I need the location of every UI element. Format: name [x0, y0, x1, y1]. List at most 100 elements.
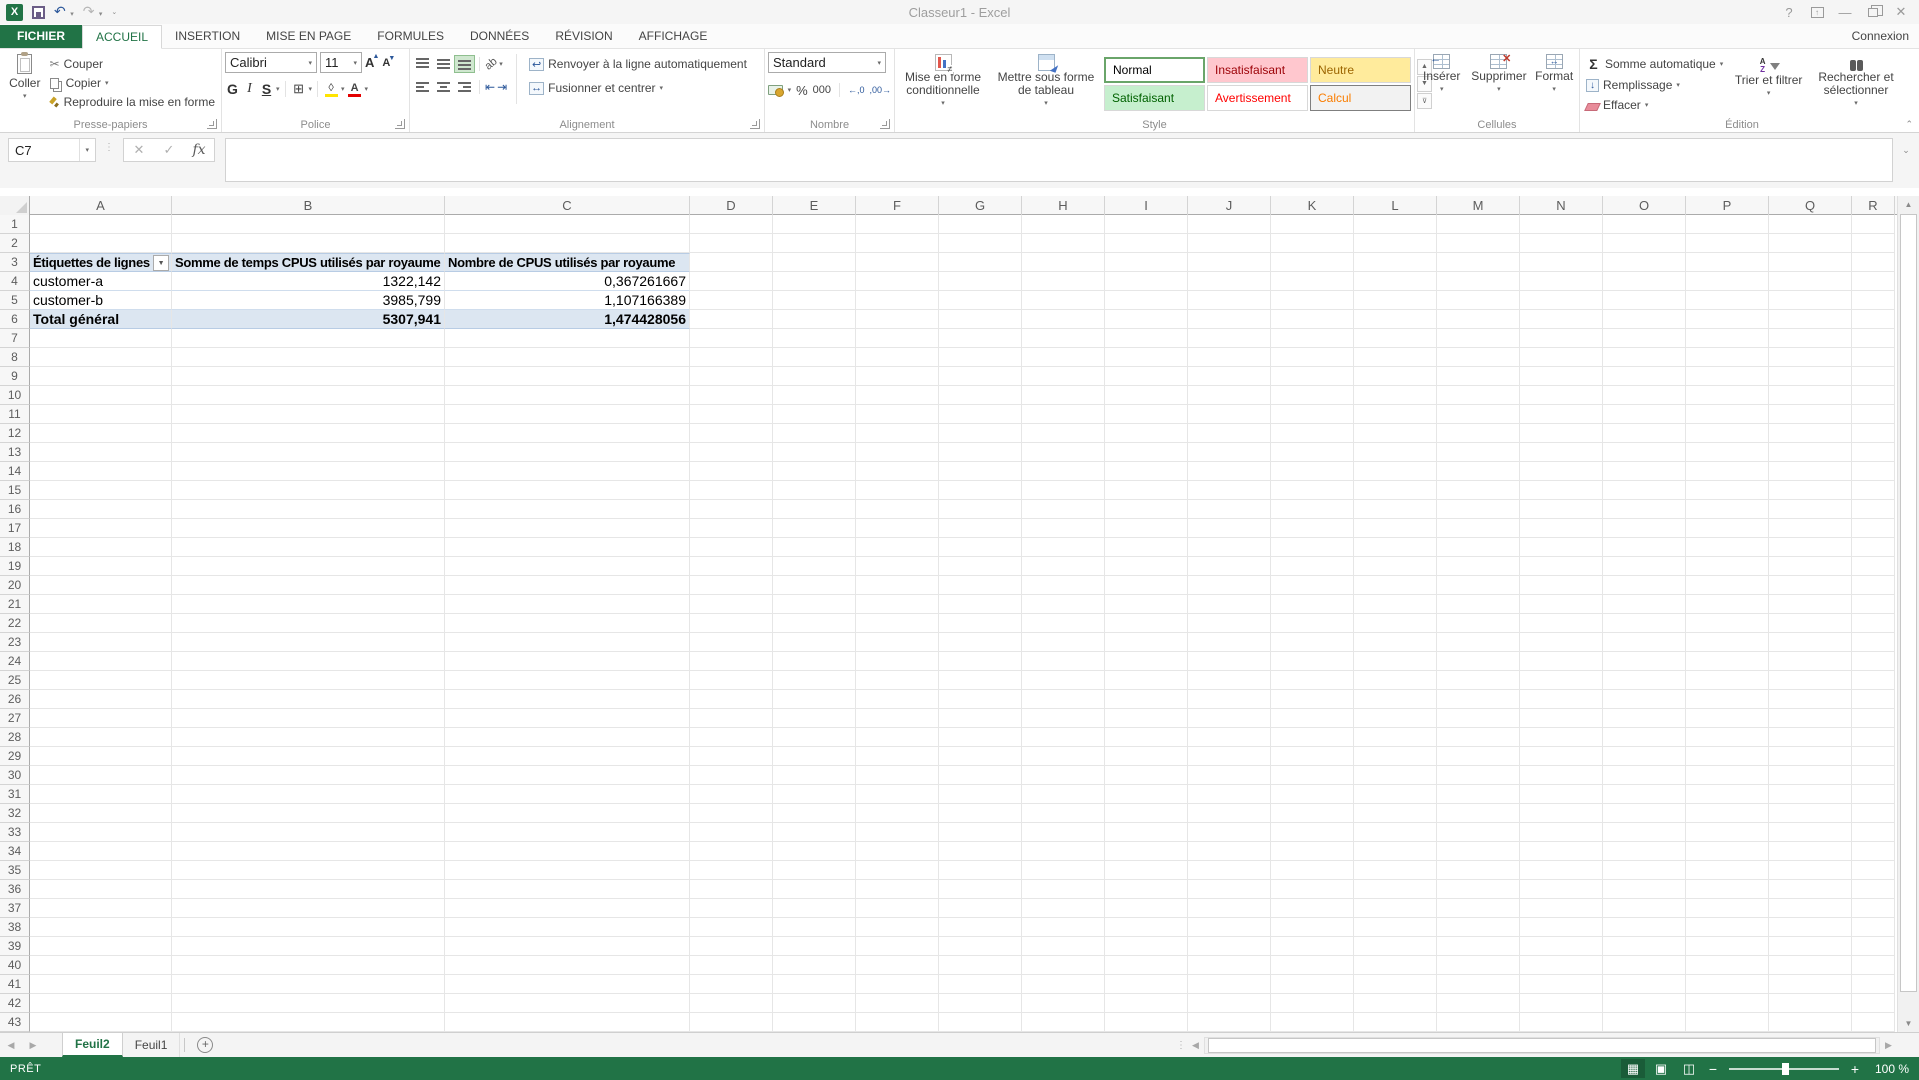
row-header-4[interactable]: 4 — [0, 272, 30, 291]
cell-J34[interactable] — [1188, 842, 1271, 861]
column-header-I[interactable]: I — [1105, 196, 1188, 215]
cell-E22[interactable] — [773, 614, 856, 633]
cell-E21[interactable] — [773, 595, 856, 614]
cell-O11[interactable] — [1603, 405, 1686, 424]
row-header-3[interactable]: 3 — [0, 253, 30, 272]
cell-Q1[interactable] — [1769, 215, 1852, 234]
cell-C13[interactable] — [445, 443, 690, 462]
cell-C43[interactable] — [445, 1013, 690, 1032]
ribbon-tab-formules[interactable]: FORMULES — [364, 25, 457, 48]
cell-B39[interactable] — [172, 937, 445, 956]
cell-J11[interactable] — [1188, 405, 1271, 424]
previous-sheet-icon[interactable]: ◀ — [0, 1033, 22, 1057]
scroll-right-icon[interactable]: ▶ — [1880, 1040, 1897, 1051]
cell-O30[interactable] — [1603, 766, 1686, 785]
chevron-down-icon[interactable]: ▾ — [309, 85, 313, 93]
cell-D36[interactable] — [690, 880, 773, 899]
column-header-B[interactable]: B — [172, 196, 445, 215]
cell-I20[interactable] — [1105, 576, 1188, 595]
cell-F31[interactable] — [856, 785, 939, 804]
cell-L2[interactable] — [1354, 234, 1437, 253]
cell-D5[interactable] — [690, 291, 773, 310]
cell-Q26[interactable] — [1769, 690, 1852, 709]
cell-J16[interactable] — [1188, 500, 1271, 519]
cell-Q17[interactable] — [1769, 519, 1852, 538]
increase-font-size-button[interactable]: A▲ — [365, 55, 379, 70]
cell-Q11[interactable] — [1769, 405, 1852, 424]
chevron-down-icon[interactable]: ▾ — [1767, 87, 1771, 101]
cell-L9[interactable] — [1354, 367, 1437, 386]
cell-L20[interactable] — [1354, 576, 1437, 595]
cell-E25[interactable] — [773, 671, 856, 690]
column-header-P[interactable]: P — [1686, 196, 1769, 215]
cell-P24[interactable] — [1686, 652, 1769, 671]
cell-A28[interactable] — [30, 728, 172, 747]
cell-H12[interactable] — [1022, 424, 1105, 443]
cell-H7[interactable] — [1022, 329, 1105, 348]
cell-C32[interactable] — [445, 804, 690, 823]
cell-J2[interactable] — [1188, 234, 1271, 253]
cell-K20[interactable] — [1271, 576, 1354, 595]
chevron-down-icon[interactable]: ▾ — [1440, 83, 1444, 97]
cell-J14[interactable] — [1188, 462, 1271, 481]
cell-D4[interactable] — [690, 272, 773, 291]
cell-H37[interactable] — [1022, 899, 1105, 918]
cell-R12[interactable] — [1852, 424, 1895, 443]
cell-G32[interactable] — [939, 804, 1022, 823]
cell-K27[interactable] — [1271, 709, 1354, 728]
cell-M34[interactable] — [1437, 842, 1520, 861]
cell-R30[interactable] — [1852, 766, 1895, 785]
cell-N5[interactable] — [1520, 291, 1603, 310]
cell-E29[interactable] — [773, 747, 856, 766]
chevron-down-icon[interactable]: ▾ — [341, 85, 345, 93]
cell-G43[interactable] — [939, 1013, 1022, 1032]
cell-F1[interactable] — [856, 215, 939, 234]
cell-I37[interactable] — [1105, 899, 1188, 918]
page-break-view-icon[interactable]: ◫ — [1677, 1059, 1701, 1078]
cell-E5[interactable] — [773, 291, 856, 310]
row-header-43[interactable]: 43 — [0, 1013, 30, 1032]
row-header-32[interactable]: 32 — [0, 804, 30, 823]
cell-M43[interactable] — [1437, 1013, 1520, 1032]
cell-Q29[interactable] — [1769, 747, 1852, 766]
conditional-formatting-button[interactable]: Mise en forme conditionnelle ▾ — [898, 52, 988, 115]
cell-C21[interactable] — [445, 595, 690, 614]
cell-O14[interactable] — [1603, 462, 1686, 481]
cell-N28[interactable] — [1520, 728, 1603, 747]
cell-L7[interactable] — [1354, 329, 1437, 348]
font-color-icon[interactable]: A — [347, 81, 363, 97]
cell-N14[interactable] — [1520, 462, 1603, 481]
column-header-E[interactable]: E — [773, 196, 856, 215]
cell-J15[interactable] — [1188, 481, 1271, 500]
cell-D35[interactable] — [690, 861, 773, 880]
cell-E41[interactable] — [773, 975, 856, 994]
cell-Q28[interactable] — [1769, 728, 1852, 747]
cell-C27[interactable] — [445, 709, 690, 728]
cell-I17[interactable] — [1105, 519, 1188, 538]
cell-N37[interactable] — [1520, 899, 1603, 918]
cell-C2[interactable] — [445, 234, 690, 253]
cell-J27[interactable] — [1188, 709, 1271, 728]
cell-F41[interactable] — [856, 975, 939, 994]
cell-O19[interactable] — [1603, 557, 1686, 576]
cell-J4[interactable] — [1188, 272, 1271, 291]
cell-R9[interactable] — [1852, 367, 1895, 386]
cell-M33[interactable] — [1437, 823, 1520, 842]
help-button[interactable]: ? — [1775, 2, 1803, 22]
cell-G16[interactable] — [939, 500, 1022, 519]
cell-C6[interactable]: 1,474428056 — [445, 310, 690, 329]
cell-M40[interactable] — [1437, 956, 1520, 975]
row-header-5[interactable]: 5 — [0, 291, 30, 310]
cell-N39[interactable] — [1520, 937, 1603, 956]
column-header-D[interactable]: D — [690, 196, 773, 215]
cell-F28[interactable] — [856, 728, 939, 747]
cell-G11[interactable] — [939, 405, 1022, 424]
chevron-down-icon[interactable]: ▾ — [23, 90, 27, 104]
column-header-R[interactable]: R — [1852, 196, 1895, 215]
cell-L37[interactable] — [1354, 899, 1437, 918]
cell-O22[interactable] — [1603, 614, 1686, 633]
cell-A39[interactable] — [30, 937, 172, 956]
cell-G19[interactable] — [939, 557, 1022, 576]
cell-A8[interactable] — [30, 348, 172, 367]
cell-R5[interactable] — [1852, 291, 1895, 310]
